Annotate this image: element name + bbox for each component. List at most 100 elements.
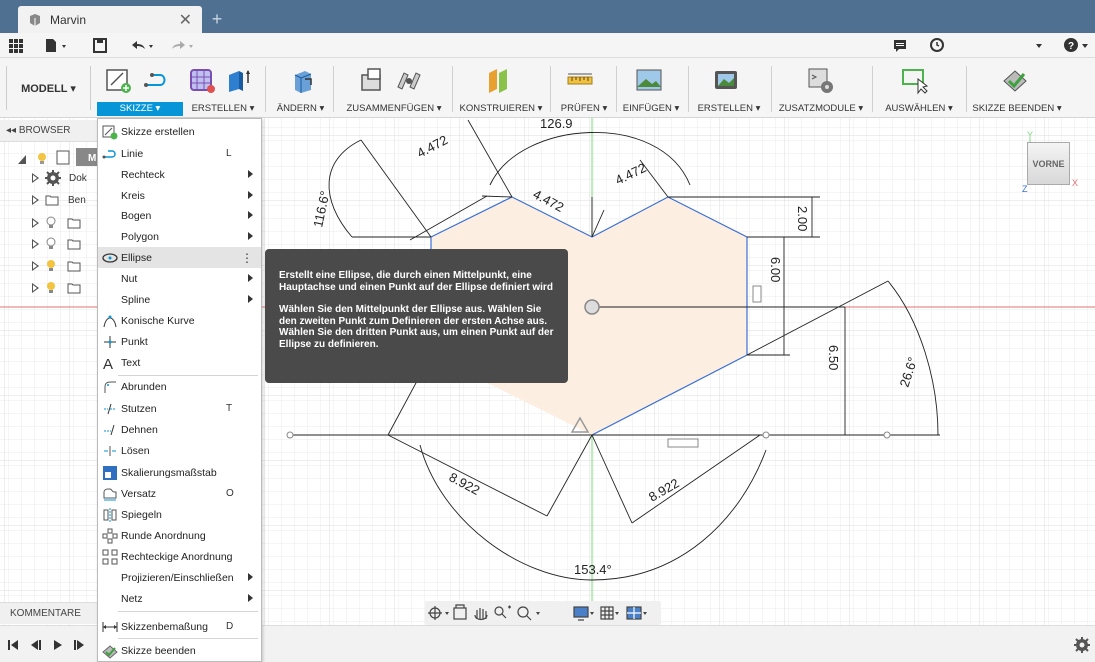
menu-item-rectangular-pattern[interactable]: Rechteckige Anordnung	[98, 546, 261, 567]
step-back-icon[interactable]	[31, 640, 41, 650]
file-icon[interactable]	[44, 36, 70, 54]
comments-panel-header[interactable]: KOMMENTARE	[0, 602, 100, 624]
menu-item-circle[interactable]: Kreis	[98, 185, 261, 206]
profile-dropdown-icon[interactable]	[1033, 36, 1045, 54]
timeline-settings-gear-icon[interactable]	[1073, 636, 1091, 654]
menu-item-create-sketch[interactable]: Skizze erstellen	[98, 121, 261, 142]
tree-row-document-settings[interactable]: Dok	[32, 168, 87, 188]
grid-icon[interactable]	[8, 36, 24, 54]
tree-row-sketches[interactable]	[32, 256, 81, 276]
menu-item-slot[interactable]: Nut	[98, 268, 261, 289]
tree-row-root[interactable]: M	[18, 148, 100, 166]
go-to-start-icon[interactable]	[8, 640, 18, 650]
menu-item-circular-pattern[interactable]: Runde Anordnung	[98, 525, 261, 546]
viewports-icon[interactable]	[626, 606, 642, 620]
menu-item-mirror[interactable]: Spiegeln	[98, 504, 261, 525]
expand-icon[interactable]	[32, 283, 39, 293]
menu-item-arc[interactable]: Bogen	[98, 205, 261, 226]
menu-item-sketch-scale[interactable]: Skalierungsmaßstab	[98, 462, 261, 483]
finish-sketch-menu-button[interactable]: SKIZZE BEENDEN ▾	[968, 102, 1066, 116]
extrude-icon[interactable]	[223, 65, 253, 95]
menu-item-trim[interactable]: Stutzen T	[98, 398, 261, 419]
new-tab-button[interactable]: +	[206, 8, 228, 30]
sketch-menu-button[interactable]: SKIZZE ▾	[97, 102, 183, 116]
tree-row-bodies[interactable]	[32, 234, 81, 254]
expand-icon[interactable]	[32, 195, 39, 205]
workspace-switcher[interactable]: MODELL ▾	[6, 66, 91, 110]
lightbulb-icon[interactable]	[45, 237, 57, 251]
menu-item-spline[interactable]: Spline	[98, 289, 261, 310]
view-cube[interactable]: VORNE	[1027, 142, 1070, 185]
menu-item-offset[interactable]: Versatz O	[98, 483, 261, 504]
lightbulb-icon[interactable]	[45, 281, 57, 295]
menu-item-fillet[interactable]: Abrunden	[98, 376, 261, 397]
menu-item-extend[interactable]: Dehnen	[98, 419, 261, 440]
offset-plane-icon[interactable]	[483, 65, 513, 95]
modify-menu-button[interactable]: ÄNDERN ▾	[273, 102, 328, 116]
orbit-icon[interactable]	[428, 606, 442, 620]
finish-sketch-icon[interactable]	[1000, 65, 1030, 95]
expand-icon[interactable]	[32, 261, 39, 271]
menu-item-finish-sketch[interactable]: Skizze beenden	[98, 640, 261, 661]
look-at-icon[interactable]	[453, 604, 467, 620]
menu-item-rectangle[interactable]: Rechteck	[98, 164, 261, 185]
menu-item-point[interactable]: Punkt	[98, 331, 261, 352]
zoom-icon[interactable]	[494, 605, 511, 619]
grid-settings-icon[interactable]	[600, 606, 614, 620]
menu-item-text[interactable]: A Text	[98, 352, 261, 373]
tree-row-origin[interactable]	[32, 213, 81, 233]
menu-item-line[interactable]: Linie L	[98, 143, 261, 164]
lightbulb-icon[interactable]	[45, 259, 57, 273]
measure-icon[interactable]	[565, 65, 595, 95]
menu-item-ellipse[interactable]: Ellipse ⋮	[98, 247, 261, 268]
origin-point[interactable]	[584, 299, 600, 315]
menu-item-conic-curve[interactable]: Konische Kurve	[98, 310, 261, 331]
save-icon[interactable]	[92, 36, 108, 54]
press-pull-icon[interactable]	[289, 65, 319, 95]
assemble-menu-button[interactable]: ZUSAMMENFÜGEN ▾	[338, 102, 450, 116]
line-tool-icon[interactable]	[140, 65, 170, 95]
document-tab[interactable]: Marvin ✕	[18, 6, 202, 33]
insert-image-icon[interactable]	[634, 65, 664, 95]
menu-item-polygon[interactable]: Polygon	[98, 226, 261, 247]
expand-icon[interactable]	[32, 239, 39, 249]
form-icon[interactable]	[187, 65, 217, 95]
tree-row-construction[interactable]	[32, 278, 81, 298]
joint-icon[interactable]	[394, 65, 424, 95]
lightbulb-icon[interactable]	[45, 216, 57, 230]
menu-item-mesh[interactable]: Netz	[98, 588, 261, 609]
display-settings-icon[interactable]	[573, 606, 589, 621]
menu-item-sketch-dimension[interactable]: Skizzenbemaßung D	[98, 616, 261, 637]
play-icon[interactable]	[54, 640, 62, 650]
scripts-icon[interactable]	[805, 65, 835, 95]
expand-icon[interactable]	[32, 173, 39, 183]
select-menu-button[interactable]: AUSWÄHLEN ▾	[876, 102, 962, 116]
select-icon[interactable]	[900, 65, 930, 95]
undo-icon[interactable]	[128, 36, 156, 54]
sketch-point[interactable]	[762, 431, 770, 439]
browser-header[interactable]: ◂◂ BROWSER	[0, 120, 100, 142]
step-forward-icon[interactable]	[74, 640, 84, 650]
canvas-image-icon[interactable]	[711, 65, 741, 95]
create2-menu-button[interactable]: ERSTELLEN ▾	[691, 102, 767, 116]
expand-icon[interactable]	[32, 218, 39, 228]
clock-icon[interactable]	[929, 36, 945, 54]
create-menu-button[interactable]: ERSTELLEN ▾	[188, 102, 258, 116]
help-icon[interactable]: ?	[1062, 36, 1090, 54]
addins-menu-button[interactable]: ZUSATZMODULE ▾	[774, 102, 868, 116]
sketch-point[interactable]	[883, 431, 891, 439]
comment-icon[interactable]	[892, 36, 908, 54]
zoom-window-icon[interactable]	[517, 606, 532, 621]
tree-row-named-views[interactable]: Ben	[32, 190, 86, 210]
construct-menu-button[interactable]: KONSTRUIEREN ▾	[455, 102, 547, 116]
more-options-icon[interactable]: ⋮	[241, 251, 253, 265]
inspect-menu-button[interactable]: PRÜFEN ▾	[554, 102, 614, 116]
insert-menu-button[interactable]: EINFÜGEN ▾	[619, 102, 683, 116]
sketch-point[interactable]	[286, 431, 294, 439]
redo-icon[interactable]	[168, 36, 196, 54]
menu-item-project-include[interactable]: Projizieren/Einschließen	[98, 567, 261, 588]
create-sketch-icon[interactable]	[104, 65, 134, 95]
menu-item-break[interactable]: Lösen	[98, 440, 261, 461]
new-component-icon[interactable]	[358, 65, 388, 95]
close-tab-icon[interactable]: ✕	[179, 10, 192, 30]
